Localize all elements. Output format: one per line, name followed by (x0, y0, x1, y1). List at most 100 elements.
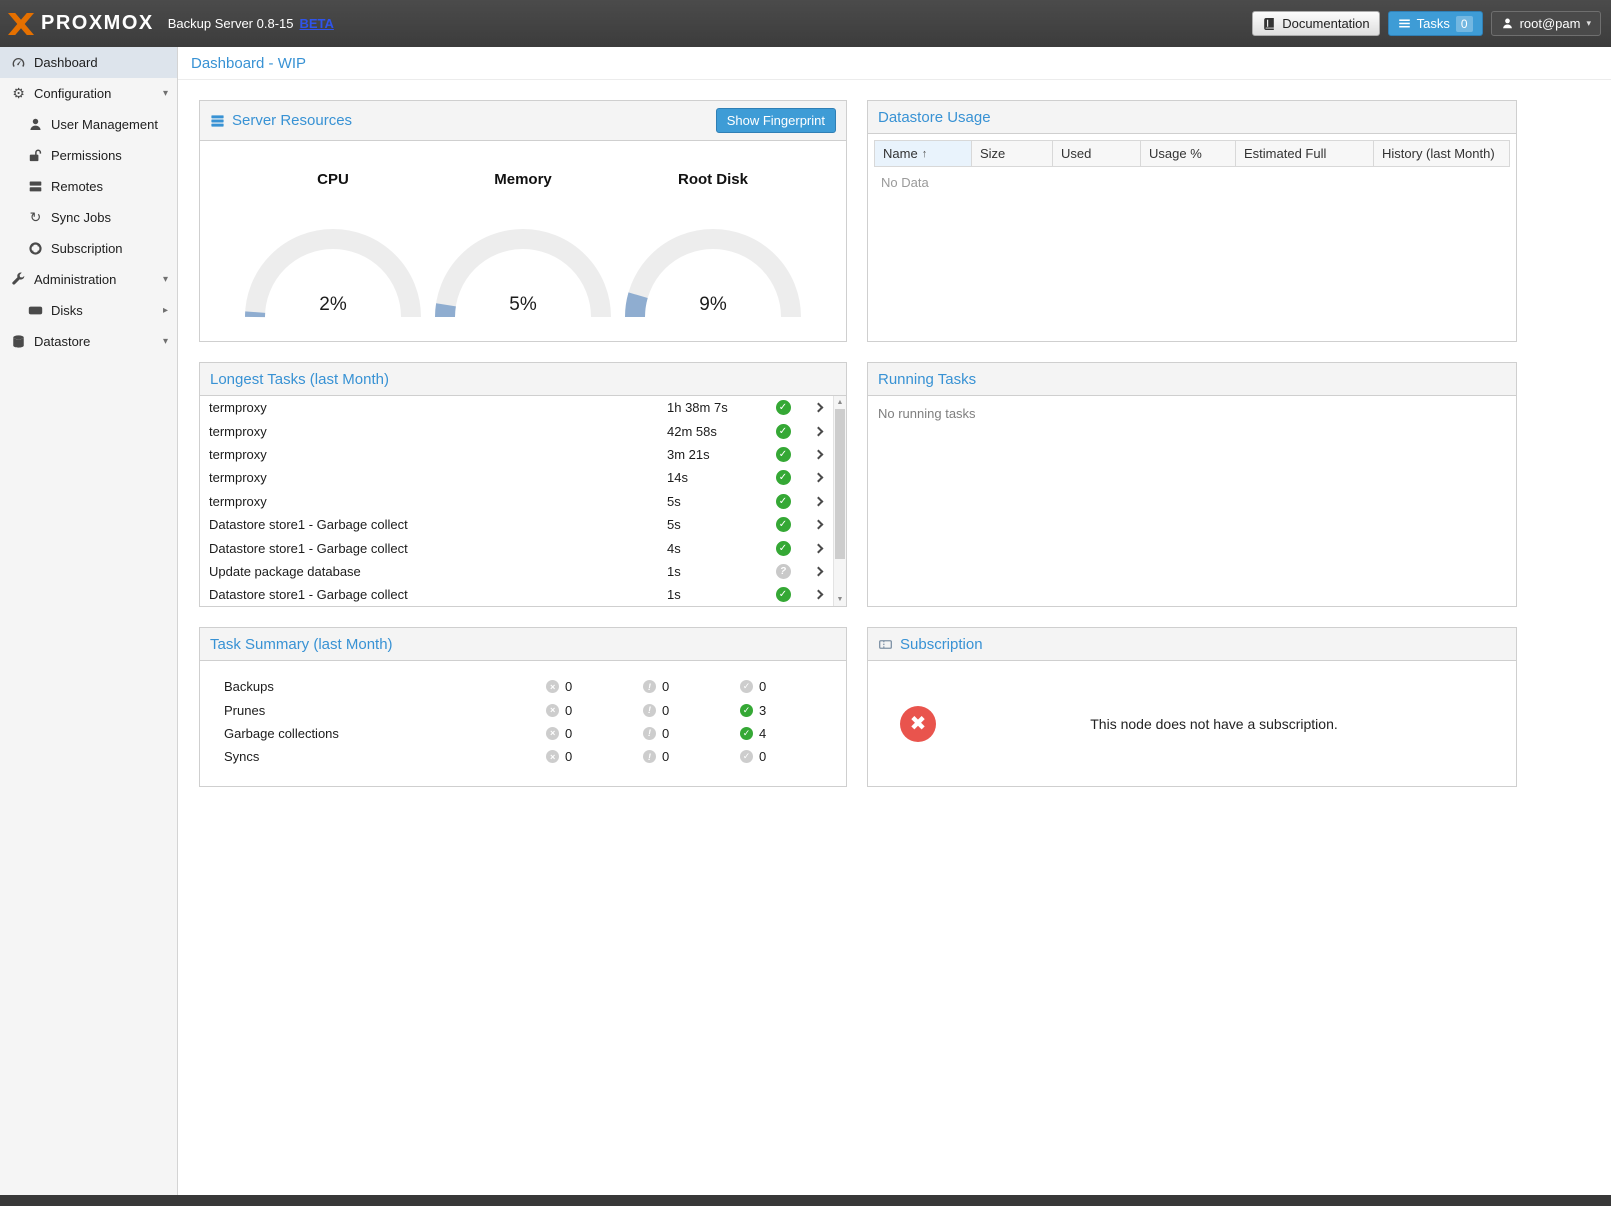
gears-icon: ⚙ (10, 85, 27, 102)
task-name: termproxy (209, 470, 667, 485)
ticket-icon (878, 637, 893, 652)
chevron-right-icon[interactable] (803, 591, 833, 598)
summary-row: Syncs 0 0 0 (200, 745, 846, 768)
task-status-icon (776, 541, 791, 556)
task-name: termproxy (209, 424, 667, 439)
chevron-right-icon[interactable]: ▸ (163, 305, 168, 316)
column-header-history[interactable]: History (last Month) (1374, 141, 1509, 166)
task-status-icon (776, 424, 791, 439)
task-row[interactable]: Datastore store1 - Garbage collect 5s (200, 513, 833, 536)
show-fingerprint-button[interactable]: Show Fingerprint (716, 108, 836, 133)
task-duration: 42m 58s (667, 424, 763, 439)
task-row[interactable]: Datastore store1 - Garbage collect 4s (200, 536, 833, 559)
ok-count-icon (740, 750, 753, 763)
task-duration: 3m 21s (667, 447, 763, 462)
main-area: Dashboard - WIP Server Resources Show Fi… (178, 47, 1611, 1195)
tasks-button[interactable]: Tasks 0 (1388, 11, 1483, 36)
column-header-estimated-full[interactable]: Estimated Full (1236, 141, 1374, 166)
task-row[interactable]: termproxy 42m 58s (200, 419, 833, 442)
chevron-right-icon[interactable] (803, 428, 833, 435)
summary-label: Backups (224, 679, 546, 694)
panel-title: Subscription (900, 636, 983, 653)
sidebar-item-administration[interactable]: Administration ▾ (0, 264, 177, 295)
task-name: Update package database (209, 564, 667, 579)
error-count: 0 (565, 749, 572, 764)
summary-label: Garbage collections (224, 726, 546, 741)
task-row[interactable]: Update package database 1s (200, 560, 833, 583)
scrollbar-thumb[interactable] (835, 409, 845, 559)
warning-count: 0 (662, 703, 669, 718)
task-name: Datastore store1 - Garbage collect (209, 541, 667, 556)
sidebar-item-label: Administration (34, 272, 116, 287)
page-title: Dashboard - WIP (178, 47, 1611, 80)
task-status-icon (776, 494, 791, 509)
chevron-down-icon[interactable]: ▾ (163, 336, 168, 347)
summary-row: Garbage collections 0 0 4 (200, 722, 846, 745)
task-name: termproxy (209, 447, 667, 462)
scroll-down-icon[interactable]: ▼ (834, 593, 846, 606)
ok-count: 0 (759, 749, 766, 764)
dashboard-grid: Server Resources Show Fingerprint CPU 2% (199, 100, 1611, 787)
task-summary-header: Task Summary (last Month) (200, 628, 846, 661)
chevron-right-icon[interactable] (803, 498, 833, 505)
chevron-right-icon[interactable] (803, 474, 833, 481)
chevron-right-icon[interactable] (803, 451, 833, 458)
column-header-size[interactable]: Size (972, 141, 1053, 166)
column-header-used[interactable]: Used (1053, 141, 1141, 166)
unlock-icon (27, 148, 44, 163)
panel-title: Longest Tasks (last Month) (210, 371, 389, 388)
task-name: Datastore store1 - Garbage collect (209, 587, 667, 602)
longest-tasks-header: Longest Tasks (last Month) (200, 363, 846, 396)
sidebar-item-sync-jobs[interactable]: ↻ Sync Jobs (0, 202, 177, 233)
sidebar-item-label: Dashboard (34, 55, 98, 70)
chevron-right-icon[interactable] (803, 404, 833, 411)
hdd-icon (27, 303, 44, 318)
warning-count-icon (643, 750, 656, 763)
scrollbar[interactable]: ▲ ▼ (833, 396, 846, 606)
column-header-name[interactable]: Name ↑ (875, 141, 972, 166)
chevron-right-icon[interactable] (803, 521, 833, 528)
warning-count-icon (643, 680, 656, 693)
task-row[interactable]: termproxy 14s (200, 466, 833, 489)
column-header-usage-pct[interactable]: Usage % (1141, 141, 1236, 166)
sidebar-item-label: Disks (51, 303, 83, 318)
error-count: 0 (565, 679, 572, 694)
proxmox-x-icon (8, 13, 34, 35)
chevron-right-icon[interactable] (803, 545, 833, 552)
sidebar: Dashboard ⚙ Configuration ▾ User Managem… (0, 47, 178, 1195)
task-name: termproxy (209, 494, 667, 509)
sync-icon: ↻ (27, 209, 44, 226)
user-menu-button[interactable]: root@pam ▾ (1491, 11, 1601, 36)
sidebar-item-subscription[interactable]: Subscription (0, 233, 177, 264)
panel-title: Datastore Usage (878, 109, 991, 126)
task-row[interactable]: termproxy 3m 21s (200, 443, 833, 466)
task-row[interactable]: termproxy 5s (200, 490, 833, 513)
book-icon (1262, 17, 1276, 31)
scroll-up-icon[interactable]: ▲ (834, 396, 846, 409)
sidebar-item-permissions[interactable]: Permissions (0, 140, 177, 171)
documentation-button[interactable]: Documentation (1252, 11, 1379, 36)
sidebar-item-user-management[interactable]: User Management (0, 109, 177, 140)
task-duration: 1s (667, 587, 763, 602)
root-disk-gauge: Root Disk 9% (618, 171, 808, 341)
chevron-right-icon[interactable] (803, 568, 833, 575)
chevron-down-icon[interactable]: ▾ (163, 88, 168, 99)
sidebar-item-disks[interactable]: Disks ▸ (0, 295, 177, 326)
sidebar-item-datastore[interactable]: Datastore ▾ (0, 326, 177, 357)
bottom-edge-bar (0, 1195, 1611, 1206)
task-row[interactable]: termproxy 1h 38m 7s (200, 396, 833, 419)
server-icon (27, 179, 44, 194)
sidebar-item-label: Permissions (51, 148, 122, 163)
beta-link[interactable]: BETA (299, 16, 333, 31)
memory-gauge: Memory 5% (428, 171, 618, 341)
warning-count-icon (643, 704, 656, 717)
documentation-button-label: Documentation (1282, 16, 1369, 31)
sidebar-item-dashboard[interactable]: Dashboard (0, 47, 177, 78)
subscription-message: This node does not have a subscription. (936, 716, 1492, 732)
sidebar-item-configuration[interactable]: ⚙ Configuration ▾ (0, 78, 177, 109)
task-row[interactable]: Datastore store1 - Garbage collect 1s (200, 583, 833, 606)
sidebar-item-remotes[interactable]: Remotes (0, 171, 177, 202)
task-duration: 5s (667, 494, 763, 509)
column-label: Estimated Full (1244, 146, 1326, 161)
chevron-down-icon[interactable]: ▾ (163, 274, 168, 285)
